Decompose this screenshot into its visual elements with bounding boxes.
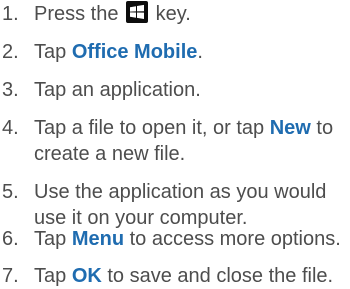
office-mobile-label: Office Mobile bbox=[71, 41, 198, 63]
step-number: 4. bbox=[2, 117, 19, 139]
step-text: Tap Menu to access more options. bbox=[34, 228, 341, 250]
step-text: Tap an application. bbox=[34, 79, 201, 101]
step-text: Press the key. bbox=[34, 1, 191, 25]
ok-label: OK bbox=[71, 265, 102, 287]
windows-key-icon bbox=[126, 1, 149, 23]
step-number: 6. bbox=[2, 228, 19, 250]
step-text: Tap OK to save and close the file. bbox=[34, 265, 334, 287]
step-number: 3. bbox=[2, 79, 19, 101]
step-text: Tap a file to open it, or tap New to crea… bbox=[34, 117, 334, 165]
menu-label: Menu bbox=[71, 228, 125, 250]
step-number: 2. bbox=[2, 41, 19, 63]
step-number: 1. bbox=[2, 3, 19, 25]
step-text: Tap Office Mobile. bbox=[34, 41, 203, 63]
step-number: 7. bbox=[2, 265, 19, 287]
step-number: 5. bbox=[2, 181, 19, 203]
instruction-steps-list: 1. Press the key. 2. Tap Office Mobile. … bbox=[0, 0, 350, 289]
new-label: New bbox=[269, 117, 311, 139]
step-text: Use the application as you would use it o… bbox=[34, 181, 327, 229]
